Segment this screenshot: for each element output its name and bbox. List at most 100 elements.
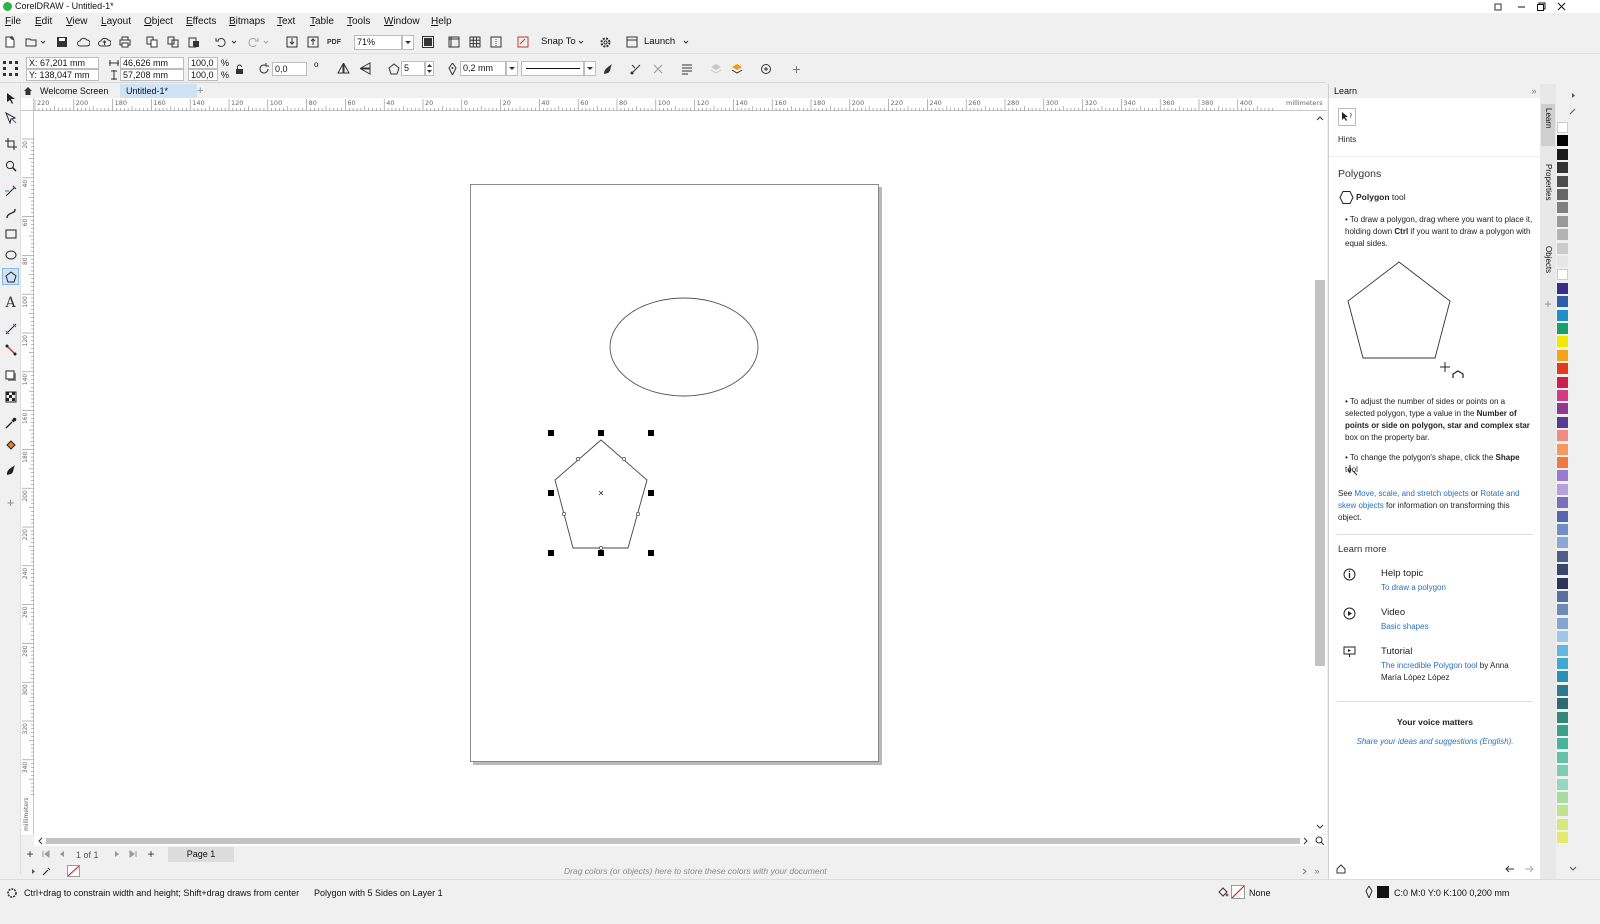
color-swatch[interactable]	[1557, 671, 1568, 683]
color-swatch[interactable]	[1557, 792, 1568, 803]
tab-welcome-screen[interactable]: Welcome Screen	[34, 84, 114, 98]
restore-panels-icon[interactable]	[1492, 0, 1504, 13]
palette-eyedropper-icon[interactable]	[41, 865, 53, 877]
horizontal-ruler[interactable]: 220 200 180 160 140 120 100 80 60 40 20 0 20 40 60 80 10…	[21, 98, 1327, 111]
color-swatch[interactable]	[1557, 537, 1568, 549]
palette-menu-icon[interactable]	[1568, 90, 1578, 100]
print-icon[interactable]	[118, 35, 132, 49]
hints-icon[interactable]: ?	[1338, 108, 1356, 126]
add-tool-icon[interactable]: +	[3, 495, 18, 510]
menu-bitmaps[interactable]: Bitmaps	[229, 13, 265, 30]
color-swatch[interactable]	[1557, 818, 1568, 830]
polygon-sides-field[interactable]: 5	[401, 61, 425, 76]
color-swatch[interactable]	[1557, 644, 1568, 656]
first-page-icon[interactable]	[41, 848, 51, 860]
freehand-tool-icon[interactable]	[3, 183, 18, 198]
vertical-ruler[interactable]: 20 40 60 80 100 120 140 160 180 200 220 240 260 280 30…	[21, 111, 34, 835]
menu-help[interactable]: Help	[431, 13, 452, 30]
color-swatch[interactable]	[1557, 751, 1568, 763]
scroll-right-icon[interactable]	[1301, 835, 1311, 846]
parallel-dimension-tool-icon[interactable]	[3, 321, 18, 336]
color-swatch[interactable]	[1557, 524, 1568, 535]
ruler-origin-corner[interactable]	[21, 98, 34, 111]
cloud-share-icon[interactable]	[97, 35, 111, 49]
color-swatch[interactable]	[1557, 617, 1568, 629]
color-swatch[interactable]	[1557, 416, 1568, 428]
color-swatch[interactable]	[1557, 497, 1568, 509]
color-swatch[interactable]	[1557, 390, 1568, 401]
artistic-media-tool-icon[interactable]	[3, 205, 18, 220]
break-apart-icon[interactable]	[650, 61, 665, 76]
color-swatch[interactable]	[1557, 363, 1568, 375]
next-page-icon[interactable]	[112, 848, 122, 860]
voice-link[interactable]: Share your ideas and suggestions (Englis…	[1329, 736, 1541, 748]
scale-y-field[interactable]: 100,0	[188, 69, 218, 81]
to-front-icon[interactable]	[708, 61, 723, 76]
show-rulers-icon[interactable]	[447, 35, 461, 49]
pick-tool-icon[interactable]	[3, 90, 18, 105]
rectangle-tool-icon[interactable]	[3, 226, 18, 241]
color-swatch[interactable]	[1557, 577, 1568, 589]
polygon-type-icon[interactable]	[386, 61, 401, 76]
ellipse-tool-icon[interactable]	[3, 247, 18, 262]
previous-page-icon[interactable]	[57, 848, 67, 860]
palette-pen-icon[interactable]	[1568, 106, 1578, 116]
tab-add-document[interactable]: +	[191, 84, 209, 98]
rotation-angle-field[interactable]: 0,0	[272, 62, 307, 76]
color-swatch[interactable]	[1557, 162, 1568, 174]
polygon-shape[interactable]	[554, 439, 648, 550]
shape-tool-icon[interactable]	[3, 110, 18, 125]
undo-list-chevron-icon[interactable]	[230, 35, 238, 49]
menu-window[interactable]: Window	[384, 13, 420, 30]
docker-tab-objects[interactable]: Objects	[1542, 246, 1554, 273]
lock-ratio-icon[interactable]	[232, 62, 246, 76]
line-style-dropdown-icon[interactable]	[584, 61, 596, 76]
zoom-dropdown-icon[interactable]	[402, 35, 414, 50]
help-topic-link[interactable]: To draw a polygon	[1381, 582, 1446, 594]
palette-expand-icon[interactable]	[29, 865, 37, 877]
drop-shadow-tool-icon[interactable]	[3, 368, 18, 383]
color-swatch[interactable]	[1557, 202, 1568, 214]
color-swatch[interactable]	[1557, 550, 1568, 562]
text-wrap-icon[interactable]	[679, 61, 694, 76]
color-swatch[interactable]	[1557, 189, 1568, 200]
outline-width-field[interactable]: 0,2 mm	[460, 61, 506, 76]
sides-spinner-icon[interactable]	[425, 61, 434, 76]
color-swatch[interactable]	[1557, 349, 1568, 361]
mirror-horizontal-icon[interactable]	[336, 61, 351, 76]
ellipse-shape[interactable]	[609, 297, 759, 397]
options-gear-icon[interactable]	[598, 35, 612, 49]
to-back-icon[interactable]	[729, 61, 744, 76]
export-pdf-icon[interactable]: PDF	[327, 35, 341, 49]
scroll-left-icon[interactable]	[35, 835, 45, 846]
color-swatch[interactable]	[1557, 296, 1568, 308]
color-swatch[interactable]	[1557, 376, 1568, 388]
page-tab-1[interactable]: Page 1	[168, 847, 234, 862]
launch-chevron-icon[interactable]	[682, 35, 690, 49]
tab-untitled-1[interactable]: Untitled-1*	[120, 84, 197, 98]
color-swatch[interactable]	[1557, 148, 1568, 160]
color-swatch[interactable]	[1557, 282, 1568, 294]
link-move-scale[interactable]: Move, scale, and stretch objects	[1354, 489, 1468, 498]
import-icon[interactable]	[285, 35, 299, 49]
interactive-fill-tool-icon[interactable]	[3, 437, 18, 452]
fill-none-swatch[interactable]	[1231, 885, 1245, 899]
polygon-tool-icon[interactable]	[2, 268, 19, 285]
menu-tools[interactable]: Tools	[347, 13, 370, 30]
color-swatch[interactable]	[1557, 229, 1568, 241]
line-style-select[interactable]	[521, 61, 584, 76]
open-recent-chevron-icon[interactable]	[39, 35, 47, 49]
palette-scroll-down-icon[interactable]	[1568, 864, 1578, 874]
color-swatch[interactable]	[1557, 430, 1568, 442]
redo-list-chevron-icon[interactable]	[262, 35, 270, 49]
color-swatch[interactable]	[1557, 765, 1568, 777]
color-swatch[interactable]	[1557, 832, 1568, 844]
snap-to-label[interactable]: Snap To	[541, 36, 576, 48]
color-swatch[interactable]	[1557, 684, 1568, 696]
menu-text[interactable]: Text	[277, 13, 295, 30]
menu-file[interactable]: File	[5, 13, 21, 30]
menu-layout[interactable]: Layout	[101, 13, 131, 30]
text-tool-icon[interactable]: A	[3, 295, 18, 311]
color-swatch[interactable]	[1557, 738, 1568, 750]
snap-to-chevron-icon[interactable]	[577, 35, 585, 49]
